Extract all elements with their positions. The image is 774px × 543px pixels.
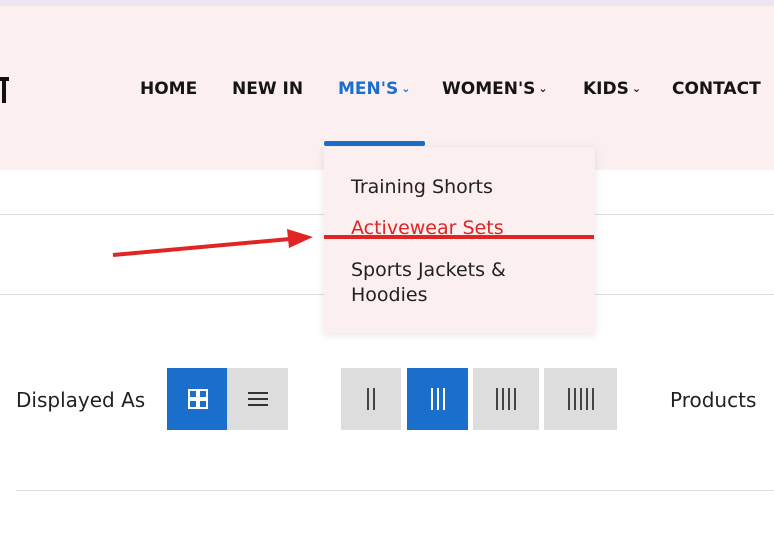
annotation-arrow-shaft [112,237,291,257]
two-columns-icon [367,388,375,410]
nav-item-label: WOMEN'S [442,79,536,99]
three-columns-icon [430,388,445,410]
products-label: Products [670,388,757,412]
nav-item-label: MEN'S [338,79,399,99]
displayed-as-label: Displayed As [16,388,146,412]
grid-view-button[interactable] [167,368,228,430]
columns-2-button[interactable] [341,368,401,430]
active-nav-indicator [324,141,425,146]
chevron-down-icon: ⌄ [538,82,548,95]
chevron-down-icon: ⌄ [401,82,411,95]
nav-item-label: CONTACT [672,79,761,99]
nav-item-label: KIDS [583,79,629,99]
columns-5-button[interactable] [544,368,617,430]
dropdown-item-sports-jackets[interactable]: Sports Jackets & [351,258,506,283]
nav-item-label: HOME [140,79,198,99]
page: HOME NEW IN MEN'S ⌄ WOMEN'S ⌄ KIDS ⌄ CONTAC… [0,0,774,543]
dropdown-item-activewear-sets[interactable]: Activewear Sets [351,216,504,241]
dropdown-item-hoodies[interactable]: Hoodies [351,283,427,308]
columns-4-button[interactable] [473,368,539,430]
nav-item-home[interactable]: HOME [140,76,197,102]
five-columns-icon [567,388,594,410]
nav-item-womens[interactable]: WOMEN'S ⌄ [442,76,548,102]
nav-item-contact[interactable]: CONTACT [672,76,761,102]
nav-item-label: NEW IN [232,79,304,99]
dropdown-item-training-shorts[interactable]: Training Shorts [351,175,493,200]
nav-item-new-in[interactable]: NEW IN [232,76,303,102]
list-view-button[interactable] [227,368,288,430]
main-nav: HOME NEW IN MEN'S ⌄ WOMEN'S ⌄ KIDS ⌄ CONTAC… [0,76,774,102]
mens-dropdown-menu: Training Shorts Activewear Sets Sports J… [324,147,595,333]
divider [16,490,774,491]
nav-item-kids[interactable]: KIDS ⌄ [583,76,641,102]
list-view-icon [247,392,268,406]
annotation-arrow-head [287,229,313,248]
nav-item-mens[interactable]: MEN'S ⌄ [338,76,410,102]
four-columns-icon [496,388,516,410]
chevron-down-icon: ⌄ [631,82,642,95]
columns-3-button[interactable] [407,368,468,430]
grid-view-icon [187,389,208,409]
